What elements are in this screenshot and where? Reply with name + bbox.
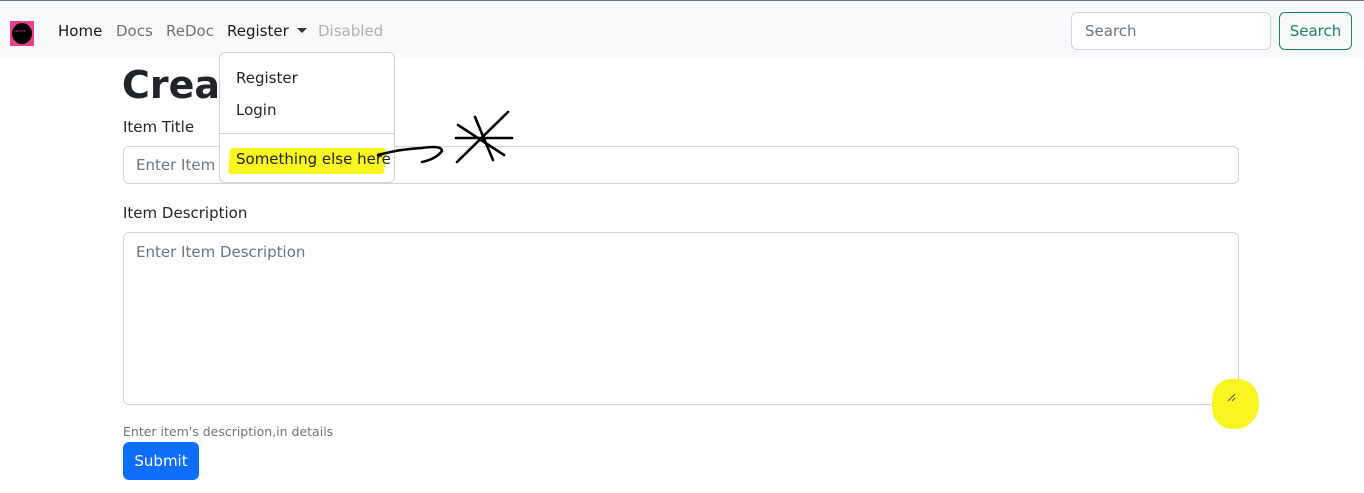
register-dropdown-menu: Register Login Something else here: [219, 52, 395, 183]
nav-dropdown-register[interactable]: Register: [227, 21, 307, 41]
item-title-label: Item Title: [123, 118, 195, 136]
dropdown-item-register[interactable]: Register: [236, 68, 298, 88]
dropdown-item-something-else[interactable]: Something else here: [236, 149, 391, 169]
dropdown-item-login[interactable]: Login: [236, 100, 276, 120]
nav-link-docs[interactable]: Docs: [116, 21, 153, 41]
dropdown-divider: [220, 133, 394, 134]
description-help-text: Enter item's description,in details: [123, 424, 334, 439]
navbar: CREATE Home Docs ReDoc Register Disabled…: [0, 1, 1364, 58]
highlight-marker: [1212, 379, 1259, 429]
brand-logo-text: CREATE: [14, 29, 26, 33]
nav-dropdown-register-label: Register: [227, 22, 289, 40]
submit-button[interactable]: Submit: [123, 442, 199, 480]
brand-logo[interactable]: CREATE: [10, 21, 34, 46]
nav-link-redoc[interactable]: ReDoc: [166, 21, 214, 41]
item-description-textarea[interactable]: [123, 232, 1239, 405]
item-description-label: Item Description: [123, 204, 248, 222]
brand-logo-circle: [12, 23, 32, 44]
chevron-down-icon: [296, 28, 307, 33]
search-input[interactable]: [1071, 12, 1271, 50]
resize-grip-icon[interactable]: [1226, 392, 1236, 402]
nav-link-disabled: Disabled: [318, 22, 384, 40]
search-button[interactable]: Search: [1279, 12, 1352, 50]
nav-link-home[interactable]: Home: [58, 21, 102, 41]
